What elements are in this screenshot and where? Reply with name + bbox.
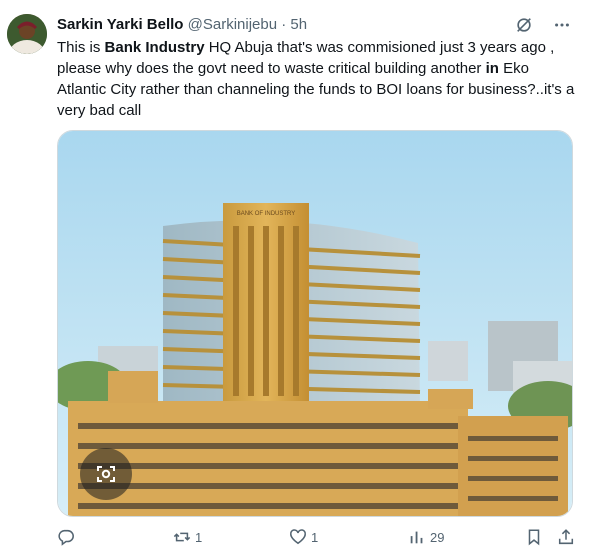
text-part: This is <box>57 39 105 56</box>
retweet-icon <box>173 532 191 542</box>
separator-dot: · <box>281 16 287 33</box>
more-icon[interactable] <box>552 15 572 35</box>
bookmark-button[interactable] <box>525 528 543 546</box>
grok-icon[interactable] <box>514 15 534 35</box>
author-name[interactable]: Sarkin Yarki Bello <box>57 16 183 33</box>
reply-button[interactable] <box>57 528 79 546</box>
retweet-count: 1 <box>195 529 203 545</box>
tweet-text: This is Bank Industry HQ Abuja that's wa… <box>57 37 577 121</box>
bookmark-icon <box>528 529 540 546</box>
share-icon <box>558 529 574 545</box>
building-sign: BANK OF INDUSTRY <box>237 211 296 217</box>
reply-icon <box>58 529 74 546</box>
share-button[interactable] <box>557 528 575 546</box>
avatar[interactable] <box>7 14 47 54</box>
like-button[interactable]: 1 <box>289 528 318 546</box>
like-count: 1 <box>311 529 319 545</box>
text-bold: in <box>485 60 499 77</box>
lens-icon <box>97 466 115 482</box>
tweet-image[interactable]: BANK OF INDUSTRY <box>57 130 573 517</box>
action-bar: 1 1 29 <box>57 528 577 550</box>
views-icon <box>410 531 423 544</box>
views-button[interactable]: 29 <box>408 528 444 546</box>
timestamp[interactable]: 5h <box>290 16 307 33</box>
lens-button[interactable] <box>80 448 132 500</box>
tweet[interactable]: Sarkin Yarki Bello @Sarkinijebu · 5h Thi… <box>0 0 594 554</box>
retweet-button[interactable]: 1 <box>173 528 202 546</box>
views-count: 29 <box>430 529 445 545</box>
author-handle[interactable]: @Sarkinijebu <box>188 16 277 33</box>
tweet-header: Sarkin Yarki Bello @Sarkinijebu · 5h <box>57 15 307 35</box>
text-bold: Bank Industry <box>104 39 205 56</box>
heart-icon <box>290 529 306 545</box>
